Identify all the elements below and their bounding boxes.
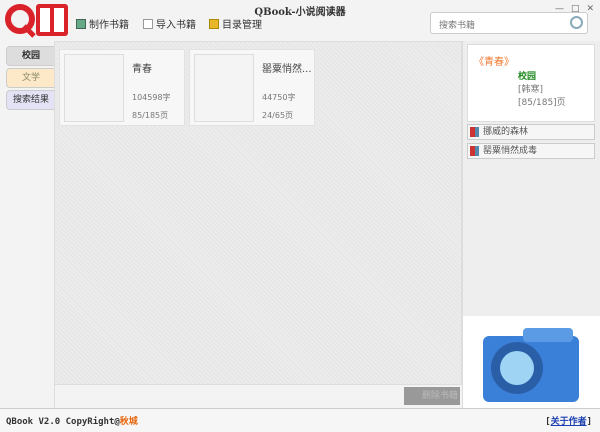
tab-search-results[interactable]: 搜索结果 xyxy=(6,90,56,110)
book-card[interactable]: 罂粟悄然... 44750字 24/65页 xyxy=(189,49,315,126)
import-book-button[interactable]: 导入书籍 xyxy=(143,16,196,31)
book-cover xyxy=(194,54,254,122)
search-icon[interactable] xyxy=(570,16,583,29)
folder-globe-image xyxy=(463,316,600,408)
book-add-icon xyxy=(76,18,86,29)
recent-book-item[interactable]: 罂粟悄然成毒 xyxy=(467,143,595,159)
book-cover xyxy=(64,54,124,122)
folder-icon xyxy=(209,18,219,29)
catalog-manage-button[interactable]: 目录管理 xyxy=(209,16,262,31)
book-card[interactable]: 青春 104598字 85/185页 xyxy=(59,49,185,126)
info-title: 《青春》 xyxy=(474,57,514,68)
make-book-button[interactable]: 制作书籍 xyxy=(76,16,129,31)
recent-book-item[interactable]: 挪威的森林 xyxy=(467,124,595,140)
tab-campus[interactable]: 校园 xyxy=(6,46,56,66)
delete-book-button[interactable]: 删除书籍 xyxy=(404,387,460,405)
document-icon xyxy=(143,18,153,29)
search-input[interactable]: 搜索书籍 xyxy=(430,12,588,34)
about-author-link[interactable]: 关于作者 xyxy=(551,417,587,427)
book-icon xyxy=(470,127,479,137)
tab-literature[interactable]: 文学 xyxy=(6,68,56,88)
book-info-panel: 《青春》 校园 [韩寒] [85/185]页 xyxy=(467,44,595,122)
book-icon xyxy=(470,146,479,156)
status-bar: QBook V2.0 CopyRight@秋城 [关于作者] xyxy=(0,408,600,432)
book-grid: 青春 104598字 85/185页 罂粟悄然... 44750字 24/65页 xyxy=(54,41,462,385)
